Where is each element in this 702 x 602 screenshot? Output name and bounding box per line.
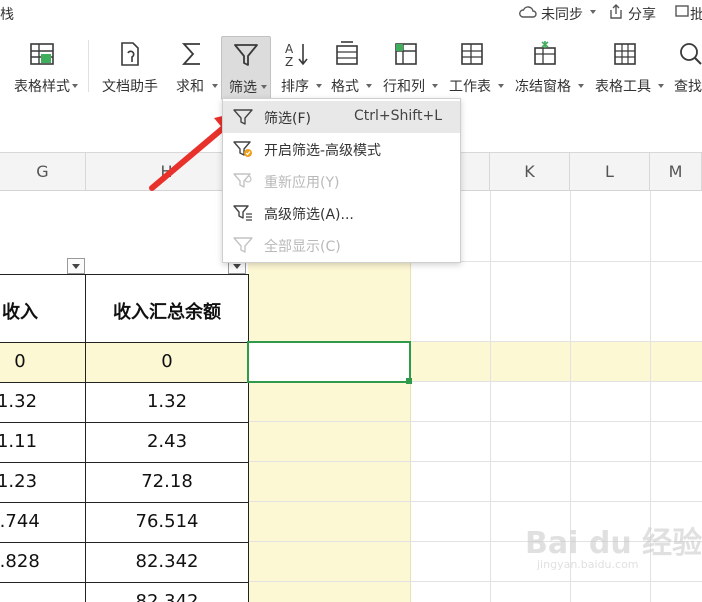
table-style-icon xyxy=(28,40,56,68)
format-button[interactable]: 格式 xyxy=(326,36,372,100)
column-header-g[interactable]: G xyxy=(0,153,86,190)
find-icon xyxy=(675,40,702,68)
svg-text:A: A xyxy=(285,42,294,56)
menu-item-label: 重新应用(Y) xyxy=(264,175,340,191)
ribbon-separator xyxy=(88,40,89,92)
grid-line xyxy=(248,581,702,582)
menu-item-label: 开启筛选-高级模式 xyxy=(264,143,382,159)
show-all-icon xyxy=(233,236,253,254)
comment-button[interactable]: 批 xyxy=(690,4,702,24)
menu-item-advanced-filter[interactable]: 高级筛选(A)... xyxy=(223,197,460,229)
cell-g-value[interactable]: 0 xyxy=(0,351,40,372)
sync-status[interactable]: 未同步 xyxy=(541,4,583,24)
doc-assistant-icon xyxy=(116,40,144,68)
chevron-down-icon xyxy=(498,84,504,88)
table-tools-label: 表格工具 xyxy=(595,79,651,95)
chevron-down-icon[interactable] xyxy=(590,10,596,14)
reapply-filter-icon xyxy=(233,172,253,190)
filter-advanced-mode-icon xyxy=(233,140,253,158)
doc-assistant-button[interactable]: 文档助手 xyxy=(98,36,162,100)
grid-line xyxy=(248,421,702,422)
table-style-button[interactable]: 表格样式 xyxy=(4,36,80,100)
table-tools-icon xyxy=(611,40,639,68)
watermark-url: jingyan.baidu.com xyxy=(537,558,639,571)
menu-item-show-all: 全部显示(C) xyxy=(223,229,460,261)
menu-item-filter-advanced-mode[interactable]: 开启筛选-高级模式 xyxy=(223,133,460,165)
baidu-watermark-logo: Bai du 经验 jingyan.baidu.com xyxy=(525,518,702,580)
column-header-l[interactable]: L xyxy=(570,153,650,190)
filter-icon xyxy=(232,41,260,69)
sum-button[interactable]: 求和 xyxy=(170,36,218,100)
filter-icon xyxy=(233,108,253,126)
sort-button[interactable]: AZ 排序 xyxy=(276,36,322,100)
rows-cols-icon xyxy=(392,40,420,68)
menu-item-shortcut: Ctrl+Shift+L xyxy=(354,108,442,124)
column-filter-dropdown[interactable] xyxy=(67,258,85,274)
menu-item-label: 筛选(F) xyxy=(264,111,311,127)
watermark-text: Bai du 经验 xyxy=(525,526,702,561)
cloud-sync-icon[interactable] xyxy=(519,4,537,20)
header-income: 收入 xyxy=(2,302,38,323)
rows-cols-label: 行和列 xyxy=(383,79,425,95)
share-button[interactable]: 分享 xyxy=(628,4,656,24)
chevron-down-icon xyxy=(366,84,372,88)
menu-item-filter[interactable]: 筛选(F) Ctrl+Shift+L xyxy=(223,101,460,133)
grid-line xyxy=(248,501,702,502)
sort-label: 排序 xyxy=(281,79,309,95)
cell-g-value[interactable]: 1.23 xyxy=(0,471,42,492)
sum-icon xyxy=(178,40,206,68)
rows-cols-button[interactable]: 行和列 xyxy=(378,36,438,100)
menu-item-label: 全部显示(C) xyxy=(264,239,341,255)
cell-h-value[interactable]: 2.43 xyxy=(86,431,248,452)
chevron-down-icon xyxy=(72,84,78,88)
title-fragment: 栈 xyxy=(0,7,14,23)
cell-h-value[interactable]: 1.32 xyxy=(86,391,248,412)
advanced-filter-icon xyxy=(233,204,253,222)
table-style-label: 表格样式 xyxy=(14,79,70,95)
cell-h-value[interactable]: 0 xyxy=(86,351,248,372)
cell-g-value[interactable]: 5.828 xyxy=(0,551,42,572)
doc-assistant-label: 文档助手 xyxy=(102,79,158,95)
menu-item-label: 高级筛选(A)... xyxy=(264,207,354,223)
menu-item-reapply: 重新应用(Y) xyxy=(223,165,460,197)
worksheet-label: 工作表 xyxy=(449,79,491,95)
cell-g-value[interactable]: 1.11 xyxy=(0,431,42,452)
cell-g-value[interactable]: 5.744 xyxy=(0,511,42,532)
find-button[interactable]: 查找 xyxy=(668,36,702,100)
table-cell xyxy=(0,582,86,602)
sum-label: 求和 xyxy=(176,79,204,95)
find-label: 查找 xyxy=(674,79,702,95)
svg-text:Z: Z xyxy=(285,55,293,68)
worksheet-button[interactable]: 工作表 xyxy=(444,36,504,100)
freeze-panes-button[interactable]: 冻结窗格 xyxy=(510,36,584,100)
cell-h-value[interactable]: 82.342 xyxy=(86,551,248,572)
header-income-balance: 收入汇总余额 xyxy=(113,302,221,323)
comment-icon[interactable] xyxy=(675,4,689,20)
sort-icon: AZ xyxy=(283,40,311,69)
chevron-down-icon xyxy=(578,84,584,88)
fill-handle[interactable] xyxy=(406,378,412,384)
column-header-k[interactable]: K xyxy=(490,153,570,190)
chevron-down-icon xyxy=(261,85,267,89)
share-icon[interactable] xyxy=(608,4,624,20)
chevron-down-icon xyxy=(432,84,438,88)
format-icon xyxy=(333,40,361,68)
freeze-panes-icon xyxy=(531,40,559,68)
cell-h-value[interactable]: 72.18 xyxy=(86,471,248,492)
grid-line xyxy=(248,461,702,462)
worksheet-icon xyxy=(458,40,486,68)
filter-dropdown-menu: 筛选(F) Ctrl+Shift+L 开启筛选-高级模式 重新应用(Y) 高级筛… xyxy=(222,98,461,263)
cell-h-value[interactable]: 82.342 xyxy=(86,591,248,602)
table-tools-button[interactable]: 表格工具 xyxy=(590,36,664,100)
chevron-down-icon xyxy=(658,84,664,88)
cell-h-value[interactable]: 76.514 xyxy=(86,511,248,532)
cell-g-value[interactable]: 1.32 xyxy=(0,391,42,412)
filter-button[interactable]: 筛选 xyxy=(221,36,271,100)
title-bar: 栈 未同步 分享 批 xyxy=(0,0,702,26)
selected-cell[interactable] xyxy=(247,341,411,383)
format-label: 格式 xyxy=(331,79,359,95)
freeze-panes-label: 冻结窗格 xyxy=(515,79,571,95)
column-header-m[interactable]: M xyxy=(650,153,702,190)
ribbon-toolbar: 表格样式 文档助手 求和 筛选 AZ 排序 格式 行和列 工作表 冻结窗格 表格… xyxy=(0,26,702,101)
